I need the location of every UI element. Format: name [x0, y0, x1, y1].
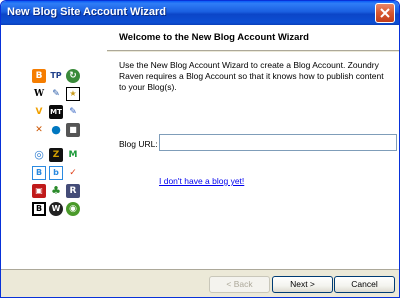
wordpress-icon: W	[49, 202, 63, 216]
square-icon: ■	[66, 123, 80, 137]
back-button[interactable]: < Back	[209, 276, 270, 293]
drupal-icon: ●	[51, 123, 61, 136]
wizard-window: New Blog Site Account Wizard B TP ↻ W ✎ …	[0, 0, 400, 298]
swirl-icon: ◉	[66, 202, 80, 216]
blog-url-input[interactable]	[159, 134, 397, 151]
no-blog-link[interactable]: I don't have a blog yet!	[159, 176, 244, 186]
pen-icon: ✎	[52, 89, 60, 99]
cancel-button[interactable]: Cancel	[334, 276, 395, 293]
service-icons-panel: B TP ↻ W ✎ ★ V MT ✎ ✕ ● ■ ◎ Z M B b ✓ ▣ …	[1, 25, 107, 269]
title-bar[interactable]: New Blog Site Account Wizard	[1, 1, 399, 25]
r-icon: R	[66, 184, 80, 198]
v-icon: V	[35, 107, 43, 117]
tools-icon: ✕	[35, 125, 43, 135]
blogger-icon: B	[32, 69, 46, 83]
refresh-icon: ↻	[66, 69, 80, 83]
window-title: New Blog Site Account Wizard	[7, 6, 167, 18]
star-icon: ★	[66, 87, 80, 101]
wizard-header: Welcome to the New Blog Account Wizard	[107, 25, 399, 51]
next-button[interactable]: Next >	[272, 276, 333, 293]
pencil-icon: ✎	[69, 107, 77, 117]
globe-icon: ◎	[34, 148, 44, 161]
close-icon	[380, 8, 390, 18]
red-book-icon: ▣	[32, 184, 46, 198]
close-button[interactable]	[375, 3, 395, 23]
wordpress-w-icon: W	[33, 89, 45, 99]
m-icon: M	[68, 150, 78, 160]
b-icon: B	[32, 166, 46, 180]
dash-icon: b	[49, 166, 63, 180]
wizard-footer: < Back Next > Cancel	[1, 269, 399, 297]
z-icon: Z	[49, 148, 63, 162]
page-title: Welcome to the New Blog Account Wizard	[119, 32, 309, 43]
description-text: Use the New Blog Account Wizard to creat…	[119, 60, 384, 92]
wizard-content: Use the New Blog Account Wizard to creat…	[107, 52, 399, 269]
blog-url-label: Blog URL:	[119, 139, 158, 149]
b-black-icon: B	[32, 202, 46, 216]
check-icon: ✓	[69, 168, 77, 178]
typepad-icon: TP	[50, 71, 62, 80]
tree-icon: ♣	[51, 184, 61, 197]
movable-type-icon: MT	[49, 105, 63, 119]
